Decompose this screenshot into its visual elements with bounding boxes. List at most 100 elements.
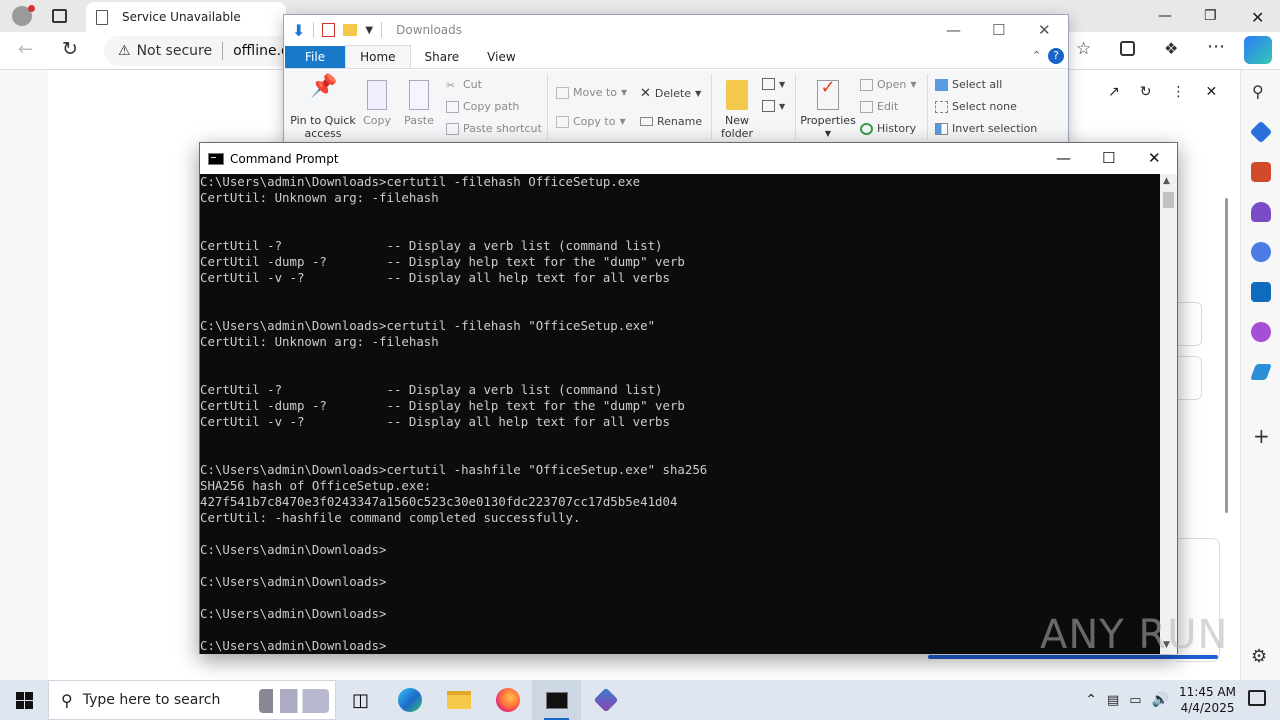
browser-minimize-button[interactable]: —: [1158, 8, 1172, 24]
file-explorer-taskbar-button[interactable]: [434, 680, 483, 720]
pin-to-quick-access-button[interactable]: 📌 Pin to Quick access: [290, 76, 356, 141]
copy-path-button[interactable]: Copy path: [446, 100, 519, 113]
scroll-thumb[interactable]: [1163, 192, 1174, 208]
browser-tab[interactable]: Service Unavailable: [86, 2, 286, 32]
history-button[interactable]: History: [860, 122, 916, 135]
explorer-titlebar: ⬇ ▼ Downloads — ☐ ✕: [284, 15, 1068, 45]
easy-access-icon[interactable]: ▼: [762, 100, 785, 112]
panel-more-icon[interactable]: ⋮: [1171, 84, 1185, 100]
shopping-icon[interactable]: [1249, 120, 1273, 144]
app-icon: [593, 687, 618, 713]
tab-view[interactable]: View: [473, 46, 529, 68]
collections-icon[interactable]: [1120, 41, 1135, 56]
system-tray: ⌃ ▤ ▭ 🔊 11:45 AM 4/4/2025: [1085, 680, 1236, 720]
cmd-icon: [208, 152, 224, 165]
paste-shortcut-button[interactable]: Paste shortcut: [446, 122, 542, 135]
telegram-icon[interactable]: [1250, 364, 1272, 380]
favorites-icon[interactable]: ☆: [1076, 39, 1091, 59]
invert-selection-button[interactable]: Invert selection: [935, 122, 1037, 135]
extensions-icon[interactable]: ❖: [1164, 39, 1178, 58]
delete-button[interactable]: ✕ Delete ▼: [640, 86, 701, 101]
edge-taskbar-button[interactable]: [385, 680, 434, 720]
firefox-taskbar-button[interactable]: [483, 680, 532, 720]
select-all-button[interactable]: Select all: [935, 78, 1002, 91]
scissors-icon: ✂: [446, 78, 456, 92]
m365-icon[interactable]: [1251, 242, 1271, 262]
cmd-minimize-button[interactable]: —: [1056, 149, 1071, 167]
address-bar[interactable]: ⚠ Not secure offline.of: [104, 36, 304, 66]
explorer-close-button[interactable]: ✕: [1038, 21, 1051, 39]
new-item-icon[interactable]: ▼: [762, 78, 785, 90]
help-icon[interactable]: ?: [1048, 48, 1064, 64]
cmd-taskbar-button[interactable]: [532, 680, 581, 720]
copilot-icon[interactable]: [1244, 36, 1272, 64]
tab-home[interactable]: Home: [345, 45, 411, 68]
edge-icon: [397, 688, 422, 712]
clock-time: 11:45 AM: [1179, 685, 1236, 699]
panel-close-icon[interactable]: ✕: [1205, 84, 1217, 100]
start-button[interactable]: [0, 680, 48, 720]
tab-share[interactable]: Share: [411, 46, 474, 68]
cmd-maximize-button[interactable]: ☐: [1102, 149, 1115, 167]
console-line: CertUtil -v -? -- Display all help text …: [200, 270, 670, 285]
edit-button[interactable]: Edit: [860, 100, 898, 113]
outlook-icon[interactable]: [1251, 282, 1271, 302]
tray-overflow-icon[interactable]: ⌃: [1085, 692, 1097, 708]
search-icon[interactable]: ⚲: [1252, 82, 1264, 101]
refresh-icon[interactable]: ↻: [62, 38, 78, 60]
more-icon[interactable]: ⋯: [1207, 36, 1225, 57]
task-view-button[interactable]: ◫: [336, 680, 385, 720]
quick-access-dropdown-icon[interactable]: ▼: [365, 25, 373, 36]
side-panel-scrollbar[interactable]: [1225, 198, 1228, 513]
side-panel-card: [1176, 356, 1202, 400]
settings-icon[interactable]: ⚙: [1251, 646, 1267, 667]
back-icon[interactable]: ←: [18, 39, 33, 60]
cmd-close-button[interactable]: ✕: [1148, 149, 1161, 167]
panel-refresh-icon[interactable]: ↻: [1140, 84, 1152, 100]
console-output[interactable]: C:\Users\admin\Downloads>certutil -fileh…: [200, 174, 1160, 654]
taskbar-search[interactable]: ⚲ Type here to search: [48, 680, 336, 720]
select-none-button[interactable]: Select none: [935, 100, 1017, 113]
new-folder-button[interactable]: New folder: [718, 80, 756, 140]
browser-restore-button[interactable]: ❐: [1204, 8, 1217, 24]
open-in-new-icon[interactable]: ↗: [1108, 84, 1120, 100]
app-taskbar-button[interactable]: [581, 680, 630, 720]
volume-icon[interactable]: 🔊: [1152, 692, 1169, 708]
move-to-button[interactable]: Move to ▼: [556, 86, 627, 99]
explorer-minimize-button[interactable]: —: [946, 21, 961, 39]
tab-file[interactable]: File: [285, 46, 346, 68]
file-explorer-window[interactable]: ⬇ ▼ Downloads — ☐ ✕ File Home Share View…: [283, 14, 1069, 150]
properties-quick-icon[interactable]: [322, 23, 336, 37]
clock-date: 4/4/2025: [1180, 701, 1235, 715]
clock[interactable]: 11:45 AM 4/4/2025: [1179, 684, 1236, 716]
tools-icon[interactable]: [1251, 162, 1271, 182]
network-icon[interactable]: ▤: [1107, 693, 1119, 708]
rename-icon: [640, 117, 653, 126]
add-icon[interactable]: +: [1253, 424, 1270, 448]
copy-button[interactable]: Copy: [362, 80, 392, 127]
rename-button[interactable]: Rename: [640, 115, 702, 128]
copy-to-button[interactable]: Copy to ▼: [556, 115, 626, 128]
paste-icon: [409, 80, 429, 110]
command-prompt-window[interactable]: Command Prompt — ☐ ✕ C:\Users\admin\Down…: [199, 142, 1178, 654]
tab-actions-icon[interactable]: [52, 9, 67, 23]
new-folder-quick-icon[interactable]: [343, 24, 358, 36]
paste-button[interactable]: Paste: [404, 80, 434, 127]
cmd-scrollbar[interactable]: ▲ ▼: [1160, 174, 1177, 654]
browser-close-button[interactable]: ✕: [1251, 8, 1264, 27]
ribbon-collapse-icon[interactable]: ⌃: [1032, 49, 1041, 62]
games-icon[interactable]: [1251, 202, 1271, 222]
explorer-maximize-button[interactable]: ☐: [992, 21, 1005, 39]
notifications-icon[interactable]: [1248, 690, 1266, 706]
console-line: C:\Users\admin\Downloads>: [200, 574, 387, 589]
scroll-up-icon[interactable]: ▲: [1163, 176, 1170, 186]
display-icon[interactable]: ▭: [1129, 693, 1141, 708]
designer-icon[interactable]: [1251, 322, 1271, 342]
console-line: CertUtil -dump -? -- Display help text f…: [200, 398, 685, 413]
cut-button[interactable]: ✂ Cut: [446, 78, 482, 92]
open-button[interactable]: Open ▼: [860, 78, 917, 91]
properties-button[interactable]: ✓ Properties ▼: [800, 79, 856, 140]
